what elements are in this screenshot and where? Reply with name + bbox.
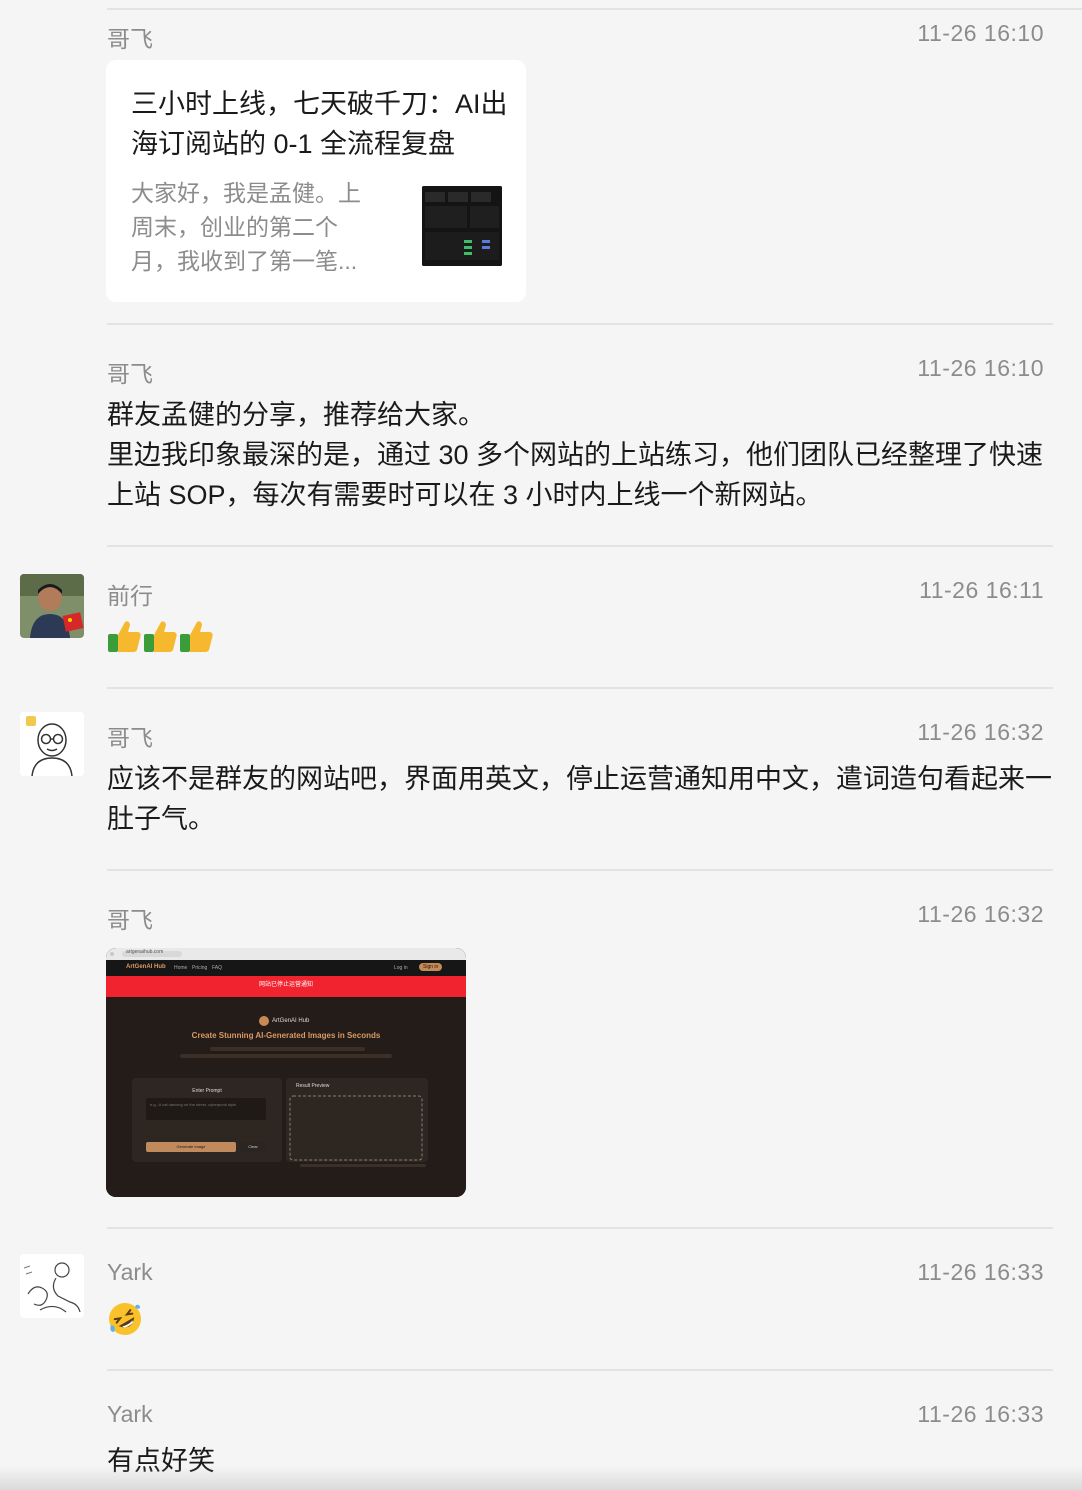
screenshot-login: Log in [394,965,408,971]
message-time: 11-26 16:32 [917,901,1044,927]
screenshot-brand: ArtGenAI Hub [126,964,166,970]
message-item: 哥飞 11-26 16:10 三小时上线，七天破千刀：AI出海订阅站的 0-1 … [0,0,1082,324]
screenshot-nav-faq: FAQ [212,965,223,971]
thumbs-up-icon [108,621,213,652]
message-time: 11-26 16:10 [917,20,1044,46]
sender-name[interactable]: 哥飞 [107,719,153,753]
user-avatar[interactable] [20,1254,84,1318]
link-card-description: 大家好，我是孟健。上周末，创业的第二个月，我收到了第一笔... [131,180,361,274]
sender-name[interactable]: 哥飞 [107,355,153,389]
message-time: 11-26 16:33 [917,1259,1044,1285]
screenshot-result-label: Result Preview [296,1083,330,1089]
screenshot-nav-home: Home [174,965,188,971]
sender-name[interactable]: 前行 [107,577,153,611]
message-item: 哥飞 11-26 16:10 群友孟健的分享，推荐给大家。 里边我印象最深的是，… [0,324,1082,546]
screenshot-hero-title: Create Stunning AI-Generated Images in S… [191,1031,381,1040]
screenshot-hero-brand: ArtGenAI Hub [272,1018,310,1024]
screenshot-prompt-label: Enter Prompt [192,1088,222,1094]
rolling-laughing-icon [109,1303,141,1335]
screenshot-url: artgenaihub.com [126,949,164,955]
message-item: 哥飞 11-26 16:32 应该不是群友的网站吧，界面用英文，停止运营通知用中… [0,688,1082,870]
message-item: 哥飞 11-26 16:32 artgenaihub.com ArtGenAI … [0,870,1082,1228]
screenshot-nav-pricing: Pricing [192,965,208,971]
screenshot-clear: Clear [248,1144,258,1149]
sender-name[interactable]: 哥飞 [107,20,153,54]
message-time: 11-26 16:33 [917,1401,1044,1427]
message-text: 群友孟健的分享，推荐给大家。 里边我印象最深的是，通过 30 多个网站的上站练习… [107,400,1044,510]
link-card-title: 三小时上线，七天破千刀：AI出海订阅站的 0-1 全流程复盘 [131,89,508,159]
bottom-fade [0,1466,1082,1490]
user-avatar[interactable] [20,712,84,776]
message-item: 前行 11-26 16:11 [0,546,1082,688]
screenshot-prompt-placeholder: e.g., A cat dancing on the street, cyber… [150,1102,237,1107]
message-item: Yark 11-26 16:33 [0,1228,1082,1370]
message-text: 应该不是群友的网站吧，界面用英文，停止运营通知用中文，遣词造句看起来一肚子气。 [107,764,1052,834]
message-time: 11-26 16:32 [917,719,1044,745]
message-time: 11-26 16:11 [919,577,1044,603]
link-card[interactable]: 三小时上线，七天破千刀：AI出海订阅站的 0-1 全流程复盘 大家好，我是孟健。… [106,60,526,302]
message-time: 11-26 16:10 [917,355,1044,381]
screenshot-signup: Sign in [419,963,443,971]
sender-name[interactable]: Yark [107,1259,153,1286]
screenshot-banner-title: 网站已停止运营通知 [258,982,313,988]
laughing-emoji [107,1301,143,1342]
thumbs-up-emoji-group [107,618,215,659]
sender-name[interactable]: Yark [107,1401,153,1428]
link-card-thumbnail [422,186,502,266]
sender-name[interactable]: 哥飞 [107,901,153,935]
image-attachment[interactable]: artgenaihub.com ArtGenAI Hub Home Pricin… [106,948,466,1197]
user-avatar[interactable] [20,574,84,638]
screenshot-generate: Generate Image [176,1144,206,1149]
